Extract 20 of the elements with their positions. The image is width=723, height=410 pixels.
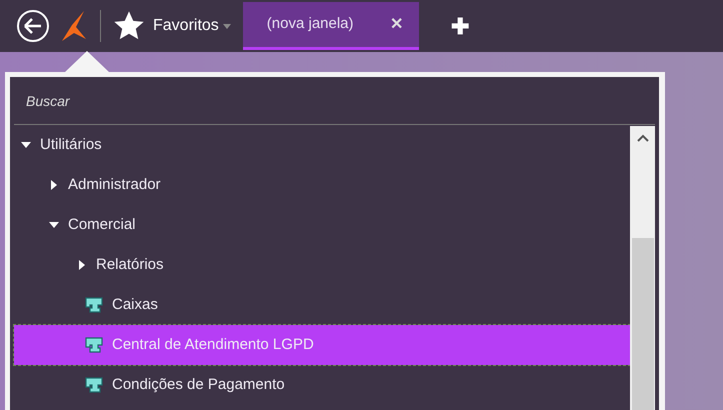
- back-icon[interactable]: [16, 9, 50, 43]
- caret-icon: [222, 24, 231, 28]
- tree-item[interactable]: Administrador: [14, 165, 630, 205]
- tree-item[interactable]: Utilitários: [14, 125, 630, 165]
- tree-item[interactable]: Central de Atendimento LGPD: [14, 325, 630, 365]
- favorites-button[interactable]: Favoritos: [153, 14, 231, 38]
- scroll-up-icon[interactable]: [636, 134, 648, 142]
- search-field[interactable]: Buscar: [14, 77, 655, 125]
- tree-item[interactable]: Comercial: [14, 205, 630, 245]
- module-icon: [84, 376, 104, 394]
- module-icon: [84, 336, 104, 354]
- tree-item[interactable]: Relatórios: [14, 245, 630, 285]
- tab[interactable]: (nova janela) ✕: [242, 2, 419, 50]
- tree-item[interactable]: Caixas: [14, 285, 630, 325]
- star-icon[interactable]: [113, 10, 145, 42]
- tree-item[interactable]: Condições de Pagamento: [14, 365, 630, 405]
- module-icon: [84, 296, 104, 314]
- close-button[interactable]: ✕: [390, 12, 403, 36]
- scrollbar[interactable]: [630, 126, 655, 410]
- new-tab-button[interactable]: ✚: [450, 10, 469, 42]
